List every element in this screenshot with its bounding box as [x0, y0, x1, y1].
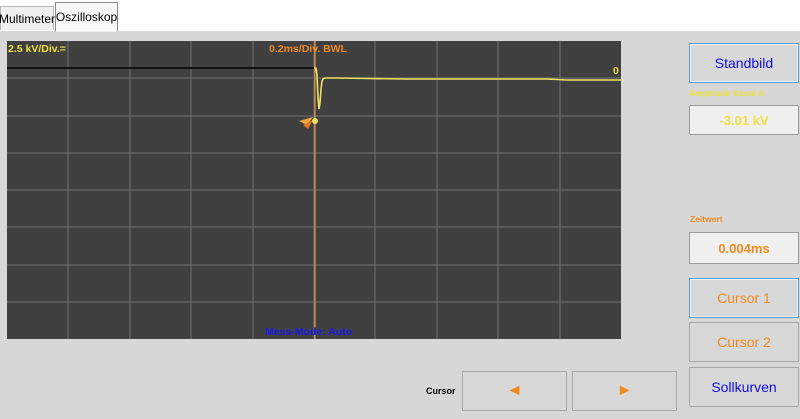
mess-mode-label: Mess-Mode: Auto [265, 326, 353, 338]
amplitude-value: -3.01 kV [689, 105, 799, 135]
arrow-right-icon: ► [616, 382, 633, 399]
sollkurven-button[interactable]: Sollkurven [689, 367, 799, 407]
cursor-1-button[interactable]: Cursor 1 [689, 278, 799, 318]
grid-lines [7, 41, 621, 339]
volts-per-div-label: 2.5 kV/Div.= [8, 43, 66, 55]
signal-trace [314, 67, 621, 110]
oscilloscope-graph [7, 41, 621, 339]
amplitude-title: Amplitude Kanal A [689, 88, 765, 98]
zeitwert-title: Zeitwert [690, 214, 723, 224]
tab-multimeter[interactable]: Multimeter [0, 6, 55, 30]
zeitwert-value: 0.004ms [689, 232, 799, 264]
cursor-right-button[interactable]: ► [572, 371, 677, 411]
zero-marker-label: 0 [613, 65, 619, 77]
cursor-left-button[interactable]: ◄ [462, 371, 567, 411]
oscilloscope-screen[interactable]: 2.5 kV/Div.= 0.2ms/Div. BWL 0 Mess-Mode:… [7, 41, 621, 339]
cursor-2-button[interactable]: Cursor 2 [689, 322, 799, 362]
arrow-left-icon: ◄ [506, 382, 523, 399]
tab-oszilloskop[interactable]: Oszilloskop [55, 2, 118, 32]
time-per-div-label: 0.2ms/Div. BWL [269, 43, 347, 55]
cursor-label: Cursor [426, 386, 456, 396]
tab-bar: Multimeter Oszilloskop [0, 0, 800, 32]
standbild-button[interactable]: Standbild [689, 43, 799, 83]
